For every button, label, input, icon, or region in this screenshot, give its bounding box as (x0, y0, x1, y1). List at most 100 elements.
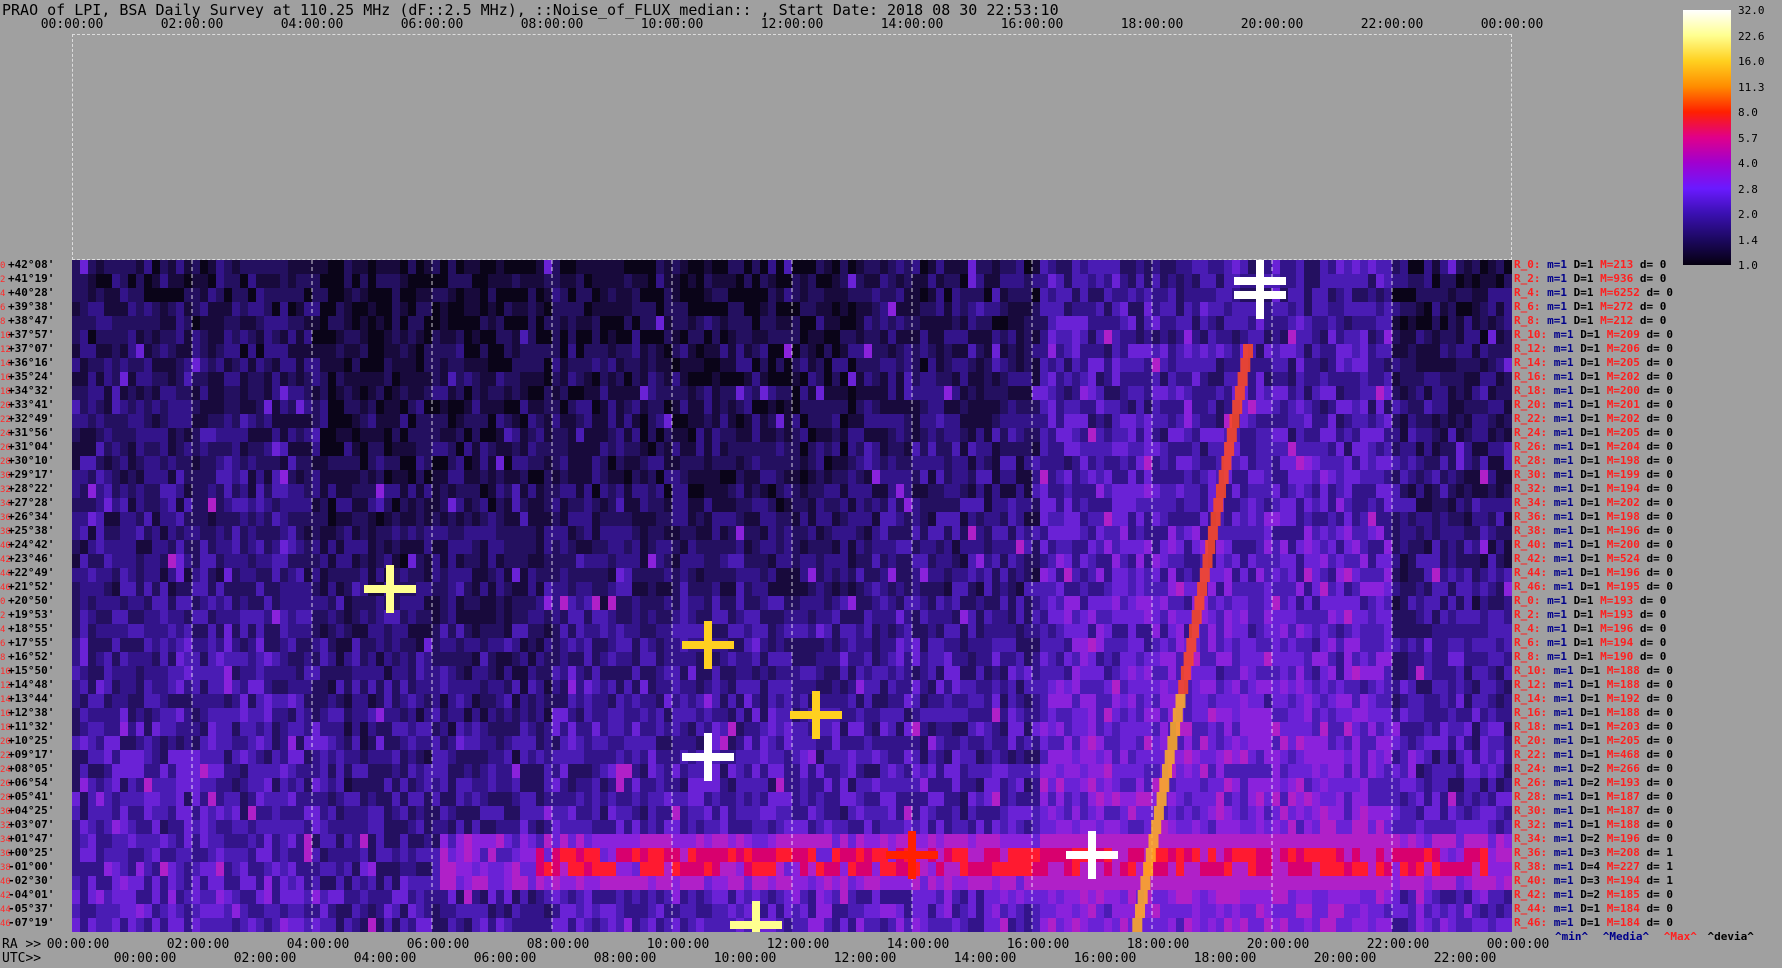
heatmap-cell (872, 344, 880, 358)
heatmap-cell (768, 484, 776, 498)
heatmap-cell (480, 428, 488, 442)
heatmap-cell (1400, 484, 1408, 498)
heatmap-cell (1360, 484, 1368, 498)
heatmap-cell (1368, 568, 1376, 582)
heatmap-cell (784, 260, 792, 274)
heatmap-cell (1008, 358, 1016, 372)
heatmap-cell (1488, 330, 1496, 344)
heatmap-cell (704, 484, 712, 498)
heatmap-cell (832, 274, 840, 288)
heatmap-cell (984, 624, 992, 638)
heatmap-cell (1496, 512, 1504, 526)
heatmap-cell (480, 470, 488, 484)
heatmap-cell (1168, 610, 1176, 624)
heatmap-cell (920, 288, 928, 302)
heatmap-cell (1232, 610, 1240, 624)
heatmap-cell (904, 358, 912, 372)
heatmap-cell (1080, 582, 1088, 596)
heatmap-cell (1032, 624, 1040, 638)
heatmap-cell (208, 596, 216, 610)
heatmap-cell (1080, 400, 1088, 414)
heatmap-cell (264, 540, 272, 554)
heatmap-cell (1128, 344, 1136, 358)
heatmap-cell (704, 442, 712, 456)
heatmap-cell (624, 540, 632, 554)
heatmap-cell (1432, 484, 1440, 498)
heatmap-cell (1104, 624, 1112, 638)
heatmap-cell (832, 638, 840, 652)
heatmap-cell (1480, 372, 1488, 386)
heatmap-cell (992, 484, 1000, 498)
heatmap-cell (600, 302, 608, 316)
heatmap-cell (552, 316, 560, 330)
heatmap-cell (88, 484, 96, 498)
heatmap-cell (168, 344, 176, 358)
heatmap-cell (864, 344, 872, 358)
heatmap-cell (1024, 526, 1032, 540)
heatmap-cell (384, 386, 392, 400)
heatmap-cell (496, 344, 504, 358)
heatmap-cell (320, 470, 328, 484)
heatmap-cell (248, 358, 256, 372)
heatmap-cell (816, 596, 824, 610)
heatmap-cell (896, 554, 904, 568)
heatmap-cell (720, 568, 728, 582)
heatmap-cell (984, 456, 992, 470)
heatmap-cell (928, 414, 936, 428)
heatmap-cell (1496, 400, 1504, 414)
heatmap-cell (872, 260, 880, 274)
heatmap-cell (1360, 540, 1368, 554)
heatmap-cell (1424, 330, 1432, 344)
heatmap-cell (472, 526, 480, 540)
heatmap-cell (1168, 596, 1176, 610)
heatmap-cell (536, 316, 544, 330)
heatmap-cell (144, 484, 152, 498)
heatmap-cell (480, 498, 488, 512)
heatmap-cell (1384, 316, 1392, 330)
heatmap-cell (504, 442, 512, 456)
heatmap-cell (1336, 260, 1344, 274)
heatmap-cell (1280, 400, 1288, 414)
heatmap-cell (1248, 456, 1256, 470)
heatmap-cell (544, 582, 552, 596)
heatmap-cell (176, 302, 184, 316)
heatmap-cell (1152, 596, 1160, 610)
heatmap-cell (512, 498, 520, 512)
heatmap-cell (1416, 484, 1424, 498)
heatmap-cell (944, 540, 952, 554)
heatmap-cell (120, 610, 128, 624)
heatmap-cell (176, 526, 184, 540)
heatmap-cell (456, 624, 464, 638)
heatmap-cell (792, 484, 800, 498)
heatmap-cell (1456, 358, 1464, 372)
heatmap-cell (1040, 288, 1048, 302)
heatmap-cell (872, 400, 880, 414)
heatmap-cell (528, 456, 536, 470)
heatmap-cell (544, 330, 552, 344)
heatmap-cell (648, 358, 656, 372)
heatmap-cell (1040, 260, 1048, 274)
heatmap-cell (1072, 302, 1080, 316)
heatmap-cell (224, 344, 232, 358)
heatmap-cell (1320, 330, 1328, 344)
heatmap-cell (1352, 274, 1360, 288)
heatmap-cell (872, 596, 880, 610)
heatmap-cell (144, 596, 152, 610)
heatmap-cell (288, 610, 296, 624)
heatmap-cell (1200, 526, 1208, 540)
heatmap-cell (120, 414, 128, 428)
heatmap-cell (432, 554, 440, 568)
heatmap-cell (656, 442, 664, 456)
heatmap-cell (528, 498, 536, 512)
heatmap-cell (1360, 442, 1368, 456)
heatmap-cell (1112, 596, 1120, 610)
heatmap-cell (1320, 610, 1328, 624)
heatmap-cell (720, 372, 728, 386)
heatmap-cell (1040, 470, 1048, 484)
heatmap-cell (1456, 456, 1464, 470)
heatmap-cell (584, 428, 592, 442)
heatmap-cell (400, 260, 408, 274)
heatmap-cell (1000, 400, 1008, 414)
heatmap-cell (144, 568, 152, 582)
heatmap-cell (1248, 498, 1256, 512)
